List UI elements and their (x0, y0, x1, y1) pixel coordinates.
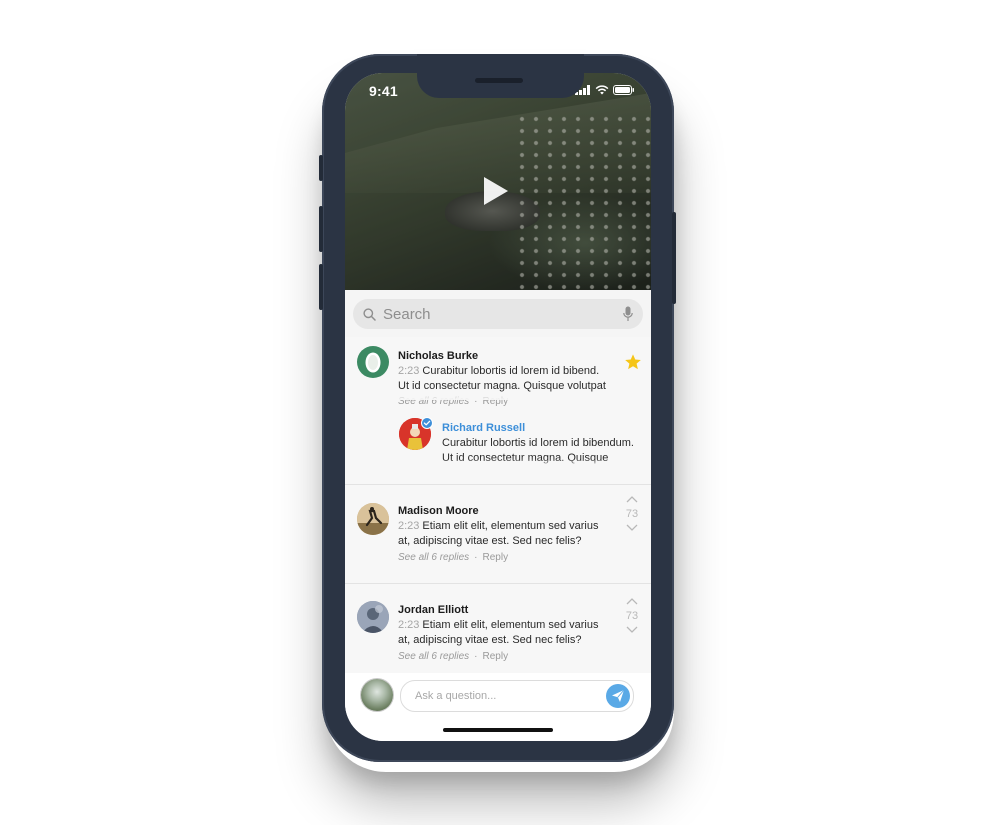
comment-thread-3: Jordan Elliott 2:23 Etiam elit elit, elem… (345, 584, 651, 673)
comment-body: Curabitur lobortis id lorem id bibend. U… (398, 365, 606, 392)
comment-thread-1: Nicholas Burke 2:23 Curabitur lobortis id… (345, 337, 651, 484)
search-input[interactable] (383, 305, 613, 323)
volume-down-button (319, 264, 323, 310)
user-avatar[interactable] (361, 679, 393, 711)
comment-thread-2: Madison Moore 2:23 Etiam elit elit, eleme… (345, 485, 651, 583)
comment-time: 2:23 (398, 619, 420, 631)
volume-up-button (319, 206, 323, 252)
see-replies-link[interactable]: See all 6 replies (398, 651, 469, 662)
battery-icon (613, 85, 634, 95)
upvote-icon[interactable] (626, 496, 638, 503)
separator: · (474, 651, 478, 662)
vote-control: 73 (624, 596, 640, 636)
comment-text: 2:23 Etiam elit elit, elementum sed variu… (398, 519, 610, 549)
earpiece-speaker (475, 78, 523, 83)
play-icon[interactable] (484, 177, 508, 205)
comment-time: 2:23 (398, 365, 420, 377)
verified-badge-icon (421, 417, 433, 429)
mockup-stage: 9:41 Search Nicholas Burke 2:23 Curabitu… (0, 0, 1000, 825)
phone-notch (417, 54, 584, 98)
home-indicator[interactable] (443, 728, 553, 732)
reply-link[interactable]: Reply (483, 552, 509, 563)
reply-author[interactable]: Richard Russell (442, 422, 525, 434)
question-input[interactable] (415, 690, 595, 702)
silent-switch (319, 155, 323, 181)
send-icon[interactable] (606, 684, 630, 708)
avatar[interactable] (357, 346, 389, 378)
comment-body: Etiam elit elit, elementum sed varius at… (398, 619, 599, 646)
status-time: 9:41 (369, 83, 398, 99)
comment-text: 2:23 Curabitur lobortis id lorem id biben… (398, 364, 608, 394)
vote-count: 73 (625, 508, 639, 520)
status-icons (575, 85, 635, 95)
search-bar[interactable] (353, 299, 643, 329)
star-icon[interactable] (624, 353, 642, 371)
upvote-icon[interactable] (626, 598, 638, 605)
see-replies-link[interactable]: See all 6 replies (398, 552, 469, 563)
power-button (672, 212, 676, 304)
separator: · (474, 552, 478, 563)
search-icon (363, 307, 377, 321)
comment-author[interactable]: Nicholas Burke (398, 350, 478, 362)
question-composer (345, 673, 651, 741)
question-field[interactable] (400, 680, 634, 712)
comment-text: 2:23 Etiam elit elit, elementum sed variu… (398, 618, 610, 648)
reply-link[interactable]: Reply (483, 651, 509, 662)
comment-author[interactable]: Madison Moore (398, 505, 479, 517)
downvote-icon[interactable] (626, 626, 638, 633)
text-fade (398, 392, 628, 400)
comment-body: Etiam elit elit, elementum sed varius at… (398, 520, 599, 547)
vote-control: 73 (624, 494, 640, 534)
downvote-icon[interactable] (626, 524, 638, 531)
avatar[interactable] (357, 503, 389, 535)
microphone-icon[interactable] (623, 306, 633, 327)
avatar[interactable] (357, 601, 389, 633)
wifi-icon (595, 85, 609, 95)
comment-actions: See all 6 replies · Reply (398, 651, 508, 662)
phone-screen: 9:41 Search Nicholas Burke 2:23 Curabitu… (345, 73, 651, 741)
vote-count: 73 (625, 610, 639, 622)
comment-actions: See all 6 replies · Reply (398, 552, 508, 563)
comment-author[interactable]: Jordan Elliott (398, 604, 468, 616)
comment-time: 2:23 (398, 520, 420, 532)
reply-fade (442, 459, 632, 467)
video-player[interactable]: 9:41 (345, 73, 651, 290)
